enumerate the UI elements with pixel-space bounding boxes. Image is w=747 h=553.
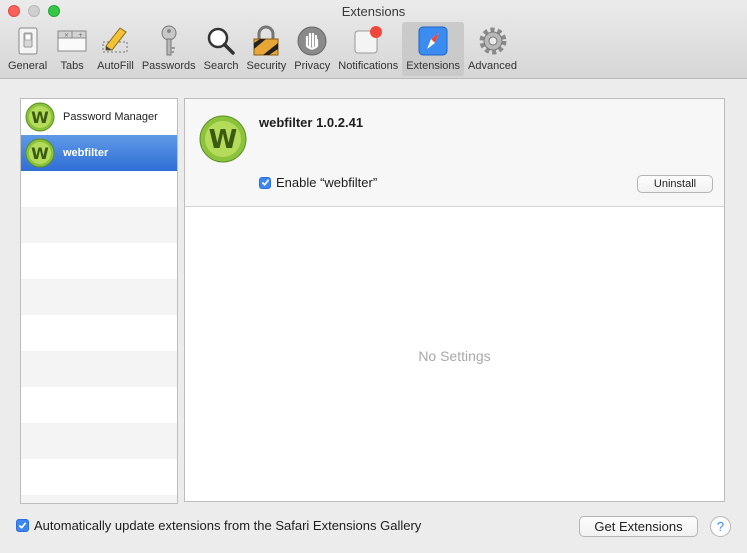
tab-search-label: Search (203, 60, 239, 72)
tab-search[interactable]: Search (200, 22, 243, 76)
extension-detail-pane: W webfilter 1.0.2.41 Enable “webfilter” … (184, 98, 725, 502)
extension-item-password-manager[interactable]: W Password Manager (21, 99, 177, 135)
tab-security[interactable]: Security (242, 22, 290, 76)
tab-privacy-label: Privacy (294, 60, 331, 72)
extension-item-label: Password Manager (63, 111, 158, 123)
extension-item-webfilter[interactable]: W webfilter (21, 135, 177, 171)
tab-extensions-label: Extensions (406, 60, 461, 72)
tab-autofill[interactable]: AutoFill (93, 22, 138, 76)
tab-passwords[interactable]: Passwords (138, 22, 200, 76)
tabs-icon: × + (55, 24, 89, 58)
webfilter-logo-icon: W (199, 115, 247, 163)
tab-notifications-label: Notifications (338, 60, 399, 72)
help-button[interactable]: ? (710, 516, 731, 537)
tab-tabs-label: Tabs (60, 60, 84, 72)
tab-general-label: General (8, 60, 48, 72)
empty-row (21, 243, 177, 279)
empty-row (21, 423, 177, 459)
tab-notifications[interactable]: Notifications (334, 22, 402, 76)
auto-update-label: Automatically update extensions from the… (34, 518, 422, 533)
empty-row (21, 351, 177, 387)
extension-header: W webfilter 1.0.2.41 Enable “webfilter” … (185, 99, 724, 207)
tab-extensions[interactable]: Extensions (402, 22, 465, 76)
checkbox-checked-icon[interactable] (259, 176, 271, 189)
empty-row (21, 207, 177, 243)
tab-privacy[interactable]: Privacy (290, 22, 334, 76)
title-bar: Extensions General × + Tabs AutoFill Pas… (0, 0, 747, 79)
tab-advanced[interactable]: Advanced (464, 22, 521, 76)
empty-row (21, 315, 177, 351)
svg-text:W: W (31, 144, 49, 163)
gear-icon (476, 24, 510, 58)
webfilter-logo-icon: W (25, 102, 55, 132)
enable-extension-checkbox[interactable]: Enable “webfilter” (259, 175, 377, 190)
magnifier-icon (204, 24, 238, 58)
preferences-toolbar: General × + Tabs AutoFill Passwords Sear… (4, 22, 521, 77)
svg-text:+: + (78, 32, 83, 39)
extension-title: webfilter 1.0.2.41 (259, 115, 364, 130)
autofill-pencil-icon (98, 24, 132, 58)
tab-tabs[interactable]: × + Tabs (51, 22, 93, 76)
svg-text:×: × (64, 32, 69, 39)
tab-security-label: Security (246, 60, 287, 72)
hand-icon (295, 24, 329, 58)
uninstall-button[interactable]: Uninstall (637, 175, 713, 193)
empty-row (21, 495, 177, 503)
tab-general[interactable]: General (4, 22, 51, 76)
general-switch-icon (11, 24, 45, 58)
tab-autofill-label: AutoFill (97, 60, 134, 72)
tab-advanced-label: Advanced (468, 60, 517, 72)
notification-badge-icon (351, 24, 385, 58)
padlock-icon (249, 24, 283, 58)
key-icon (152, 24, 186, 58)
empty-row (21, 171, 177, 207)
window-title: Extensions (341, 4, 406, 19)
tab-passwords-label: Passwords (141, 60, 196, 72)
webfilter-logo-icon: W (25, 138, 55, 168)
compass-icon (416, 24, 450, 58)
no-settings-text: No Settings (418, 348, 491, 364)
auto-update-checkbox[interactable]: Automatically update extensions from the… (16, 518, 421, 533)
extension-item-label: webfilter (63, 147, 109, 159)
get-extensions-button[interactable]: Get Extensions (579, 516, 698, 537)
svg-text:W: W (31, 108, 49, 127)
empty-row (21, 459, 177, 495)
enable-extension-label: Enable “webfilter” (276, 175, 378, 190)
checkbox-checked-icon[interactable] (16, 519, 29, 532)
empty-row (21, 279, 177, 315)
extensions-list: W Password Manager W webfilter (20, 98, 178, 504)
empty-row (21, 387, 177, 423)
svg-text:W: W (209, 125, 238, 155)
